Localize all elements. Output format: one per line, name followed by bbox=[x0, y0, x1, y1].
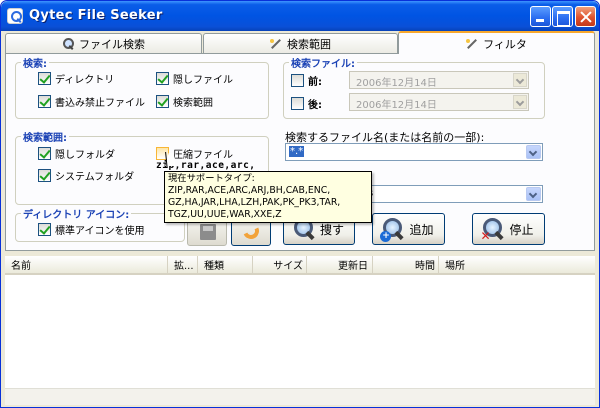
tab-label: 検索範囲 bbox=[287, 37, 331, 51]
checkbox-hidden-folders[interactable]: 隠しフォルダ bbox=[38, 146, 115, 161]
app-search-icon bbox=[7, 8, 23, 24]
maximize-button[interactable] bbox=[552, 6, 573, 27]
checkbox-label: 隠しフォルダ bbox=[55, 150, 115, 161]
checkbox-unchecked[interactable] bbox=[291, 74, 304, 87]
window-title: Qytec File Seeker bbox=[29, 8, 163, 23]
checkbox-checked[interactable] bbox=[38, 72, 51, 85]
group-legend: 検索: bbox=[23, 59, 47, 70]
supported-types-tooltip: 現在サポートタイプ: ZIP,RAR,ACE,ARC,ARJ,BH,CAB,EN… bbox=[164, 171, 372, 223]
chevron-down-icon[interactable] bbox=[513, 95, 527, 109]
tab-label: ファイル検索 bbox=[79, 37, 145, 51]
checkbox-checked[interactable] bbox=[38, 169, 51, 182]
search-options-group: 検索: bbox=[15, 55, 269, 119]
group-legend: 検索範囲: bbox=[23, 133, 67, 144]
column-location[interactable]: 場所 bbox=[439, 256, 593, 273]
checkbox-label: 標準アイコンを使用 bbox=[55, 226, 145, 237]
tab-label: フィルタ bbox=[483, 37, 527, 51]
column-type[interactable]: 種類 bbox=[198, 256, 253, 273]
wand-icon bbox=[270, 38, 283, 50]
checkbox-label: 前: bbox=[308, 77, 322, 88]
checkbox-before-date[interactable]: 前: bbox=[291, 73, 322, 88]
button-label: 捜す bbox=[319, 222, 344, 237]
date-value: 2006年12月14日 bbox=[356, 100, 437, 111]
checkbox-label: 書込み禁止ファイル bbox=[55, 98, 145, 109]
column-size[interactable]: サイズ bbox=[253, 256, 307, 273]
filename-value: *.* bbox=[289, 146, 305, 157]
tooltip-title: 現在サポートタイプ: bbox=[168, 173, 255, 184]
group-legend: ディレクトリ アイコン: bbox=[23, 210, 130, 221]
checkbox-label: ディレクトリ bbox=[55, 75, 115, 86]
checkbox-label: 後: bbox=[308, 100, 322, 111]
after-date-picker[interactable]: 2006年12月14日 bbox=[349, 93, 529, 111]
floppy-icon bbox=[200, 224, 216, 240]
checkbox-after-date[interactable]: 後: bbox=[291, 96, 322, 111]
checkbox-label: 検索範囲 bbox=[173, 98, 213, 109]
chevron-down-icon[interactable] bbox=[526, 145, 541, 159]
checkbox-checked[interactable] bbox=[38, 95, 51, 108]
search-add-icon: + bbox=[380, 218, 405, 242]
tab-filter[interactable]: フィルタ bbox=[398, 31, 595, 54]
search-stop-icon: ✕ bbox=[480, 218, 505, 243]
title-bar[interactable]: Qytec File Seeker bbox=[1, 1, 599, 31]
wand-icon bbox=[466, 38, 479, 50]
mouse-cursor-icon bbox=[165, 153, 179, 166]
chevron-down-icon[interactable] bbox=[513, 73, 527, 87]
tooltip-line: TGZ,UU,UUE,WAR,XXE,Z bbox=[168, 209, 282, 220]
minimize-button[interactable] bbox=[530, 6, 551, 27]
column-modified[interactable]: 更新日 bbox=[307, 256, 373, 273]
group-legend: 検索ファイル: bbox=[291, 59, 355, 70]
checkbox-label: 圧縮ファイル bbox=[173, 150, 233, 161]
checkbox-unchecked[interactable] bbox=[291, 97, 304, 110]
checkbox-directory[interactable]: ディレクトリ bbox=[38, 71, 114, 86]
column-ext[interactable]: 拡... bbox=[168, 256, 198, 273]
tooltip-line: GZ,HA,JAR,LHA,LZH,PAK,PK_PK3,TAR, bbox=[168, 197, 341, 208]
checkbox-label: システムフォルダ bbox=[55, 172, 135, 183]
results-list[interactable] bbox=[5, 275, 595, 388]
button-label: 停止 bbox=[509, 222, 534, 237]
checkbox-system-folders[interactable]: システムフォルダ bbox=[38, 168, 134, 183]
search-icon bbox=[62, 37, 75, 50]
checkbox-readonly-files[interactable]: 書込み禁止ファイル bbox=[38, 94, 145, 109]
results-header: 名前 拡... 種類 サイズ 更新日 時間 場所 bbox=[5, 256, 595, 275]
undo-icon bbox=[240, 220, 262, 242]
stop-button[interactable]: ✕ 停止 bbox=[472, 213, 545, 245]
checkbox-search-range[interactable]: 検索範囲 bbox=[156, 94, 213, 109]
plus-icon: + bbox=[380, 231, 392, 242]
horizontal-scrollbar[interactable] bbox=[5, 388, 595, 405]
button-label: 追加 bbox=[409, 222, 434, 237]
before-date-picker[interactable]: 2006年12月14日 bbox=[349, 71, 529, 89]
checkbox-checked[interactable] bbox=[38, 147, 51, 160]
column-name[interactable]: 名前 bbox=[5, 256, 168, 273]
checkbox-standard-icon[interactable]: 標準アイコンを使用 bbox=[38, 222, 145, 237]
close-button[interactable] bbox=[575, 6, 596, 27]
add-button[interactable]: + 追加 bbox=[372, 213, 445, 245]
checkbox-hidden-files[interactable]: 隠しファイル bbox=[156, 71, 233, 86]
tooltip-line: ZIP,RAR,ACE,ARC,ARJ,BH,CAB,ENC, bbox=[168, 185, 331, 196]
column-time[interactable]: 時間 bbox=[373, 256, 439, 273]
tab-file-search[interactable]: ファイル検索 bbox=[5, 33, 202, 53]
checkbox-checked[interactable] bbox=[156, 72, 169, 85]
checkbox-checked[interactable] bbox=[156, 95, 169, 108]
chevron-down-icon[interactable] bbox=[526, 187, 541, 201]
filename-combo[interactable]: *.* bbox=[285, 143, 543, 161]
app-window: Qytec File Seeker ファイル検索 検索範囲 フィルタ 検索: デ… bbox=[0, 0, 600, 408]
checkbox-label: 隠しファイル bbox=[173, 75, 233, 86]
date-value: 2006年12月14日 bbox=[356, 78, 437, 89]
checkbox-checked[interactable] bbox=[38, 223, 51, 236]
tab-search-range[interactable]: 検索範囲 bbox=[203, 33, 398, 53]
x-icon: ✕ bbox=[480, 229, 491, 243]
